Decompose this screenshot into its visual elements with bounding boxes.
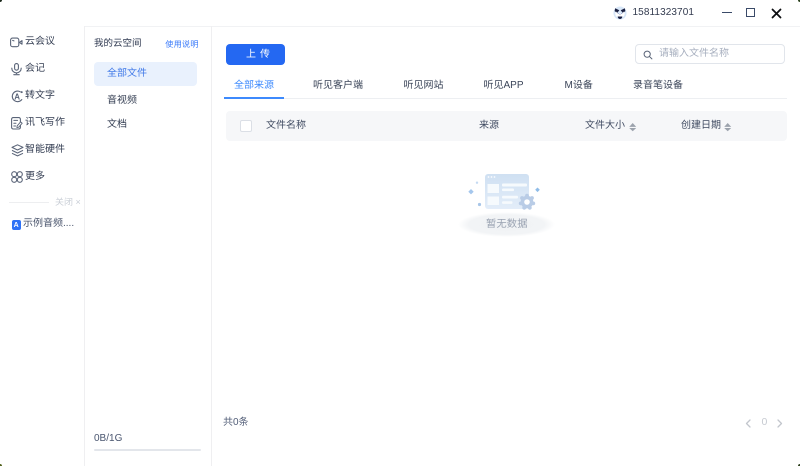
- svg-text:A: A: [14, 92, 20, 101]
